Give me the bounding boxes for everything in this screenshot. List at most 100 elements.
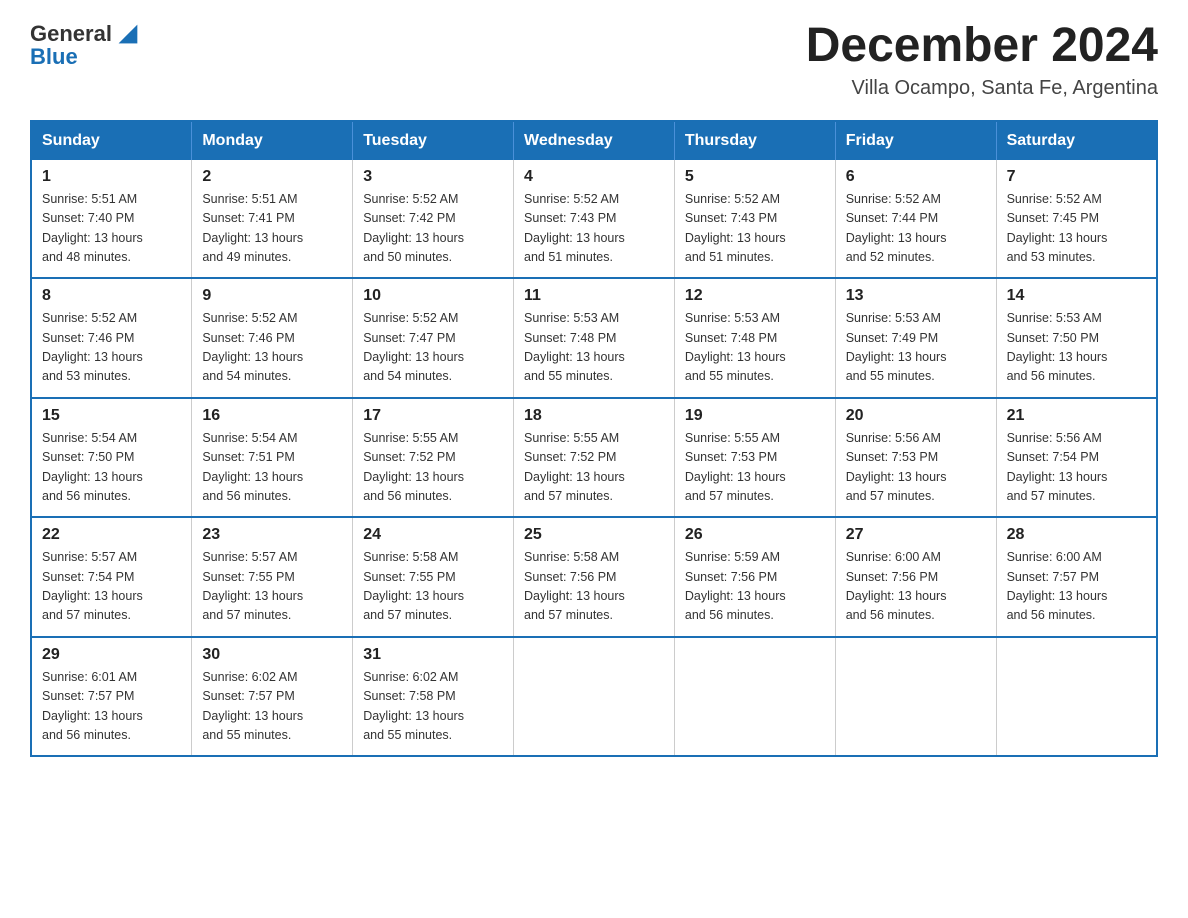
- calendar-cell: 18 Sunrise: 5:55 AMSunset: 7:52 PMDayligh…: [514, 398, 675, 518]
- day-detail: Sunrise: 5:52 AMSunset: 7:43 PMDaylight:…: [524, 190, 664, 268]
- day-detail: Sunrise: 5:58 AMSunset: 7:56 PMDaylight:…: [524, 548, 664, 626]
- calendar-cell: 16 Sunrise: 5:54 AMSunset: 7:51 PMDayligh…: [192, 398, 353, 518]
- day-detail: Sunrise: 5:58 AMSunset: 7:55 PMDaylight:…: [363, 548, 503, 626]
- calendar-week-row: 8Sunrise: 5:52 AMSunset: 7:46 PMDaylight…: [31, 278, 1157, 398]
- day-number: 24: [363, 526, 503, 544]
- calendar-cell: 27 Sunrise: 6:00 AMSunset: 7:56 PMDayligh…: [835, 517, 996, 637]
- calendar-cell: 10 Sunrise: 5:52 AMSunset: 7:47 PMDayligh…: [353, 278, 514, 398]
- day-detail: Sunrise: 5:57 AMSunset: 7:55 PMDaylight:…: [202, 548, 342, 626]
- day-detail: Sunrise: 5:52 AMSunset: 7:45 PMDaylight:…: [1007, 190, 1146, 268]
- day-detail: Sunrise: 5:59 AMSunset: 7:56 PMDaylight:…: [685, 548, 825, 626]
- day-detail: Sunrise: 5:54 AMSunset: 7:51 PMDaylight:…: [202, 429, 342, 507]
- calendar-cell: [674, 637, 835, 757]
- calendar-cell: 15 Sunrise: 5:54 AMSunset: 7:50 PMDayligh…: [31, 398, 192, 518]
- calendar-cell: [996, 637, 1157, 757]
- day-number: 7: [1007, 168, 1146, 186]
- calendar-week-row: 22 Sunrise: 5:57 AMSunset: 7:54 PMDayligh…: [31, 517, 1157, 637]
- calendar-cell: 28 Sunrise: 6:00 AMSunset: 7:57 PMDayligh…: [996, 517, 1157, 637]
- day-detail: Sunrise: 5:52 AMSunset: 7:47 PMDaylight:…: [363, 309, 503, 387]
- day-detail: Sunrise: 5:52 AMSunset: 7:46 PMDaylight:…: [42, 309, 181, 387]
- calendar-cell: 21 Sunrise: 5:56 AMSunset: 7:54 PMDayligh…: [996, 398, 1157, 518]
- calendar-cell: 17 Sunrise: 5:55 AMSunset: 7:52 PMDayligh…: [353, 398, 514, 518]
- day-number: 15: [42, 407, 181, 425]
- weekday-header-saturday: Saturday: [996, 121, 1157, 160]
- calendar-cell: 26 Sunrise: 5:59 AMSunset: 7:56 PMDayligh…: [674, 517, 835, 637]
- calendar-cell: 20Sunrise: 5:56 AMSunset: 7:53 PMDayligh…: [835, 398, 996, 518]
- day-detail: Sunrise: 5:55 AMSunset: 7:53 PMDaylight:…: [685, 429, 825, 507]
- calendar-cell: 23 Sunrise: 5:57 AMSunset: 7:55 PMDayligh…: [192, 517, 353, 637]
- day-number: 25: [524, 526, 664, 544]
- day-number: 18: [524, 407, 664, 425]
- day-number: 9: [202, 287, 342, 305]
- calendar-cell: 30 Sunrise: 6:02 AMSunset: 7:57 PMDayligh…: [192, 637, 353, 757]
- day-detail: Sunrise: 5:52 AMSunset: 7:46 PMDaylight:…: [202, 309, 342, 387]
- day-number: 10: [363, 287, 503, 305]
- day-number: 29: [42, 646, 181, 664]
- day-detail: Sunrise: 5:55 AMSunset: 7:52 PMDaylight:…: [363, 429, 503, 507]
- day-number: 19: [685, 407, 825, 425]
- calendar-cell: 3Sunrise: 5:52 AMSunset: 7:42 PMDaylight…: [353, 160, 514, 279]
- day-detail: Sunrise: 5:53 AMSunset: 7:48 PMDaylight:…: [524, 309, 664, 387]
- day-number: 2: [202, 168, 342, 186]
- day-detail: Sunrise: 5:56 AMSunset: 7:54 PMDaylight:…: [1007, 429, 1146, 507]
- month-title: December 2024: [806, 20, 1158, 73]
- day-number: 28: [1007, 526, 1146, 544]
- calendar-cell: 1 Sunrise: 5:51 AMSunset: 7:40 PMDaylight…: [31, 160, 192, 279]
- day-detail: Sunrise: 5:54 AMSunset: 7:50 PMDaylight:…: [42, 429, 181, 507]
- weekday-header-sunday: Sunday: [31, 121, 192, 160]
- day-detail: Sunrise: 5:52 AMSunset: 7:43 PMDaylight:…: [685, 190, 825, 268]
- day-number: 12: [685, 287, 825, 305]
- day-number: 22: [42, 526, 181, 544]
- calendar-cell: [514, 637, 675, 757]
- day-detail: Sunrise: 5:55 AMSunset: 7:52 PMDaylight:…: [524, 429, 664, 507]
- calendar-cell: 2 Sunrise: 5:51 AMSunset: 7:41 PMDaylight…: [192, 160, 353, 279]
- day-detail: Sunrise: 5:51 AMSunset: 7:41 PMDaylight:…: [202, 190, 342, 268]
- day-detail: Sunrise: 5:52 AMSunset: 7:44 PMDaylight:…: [846, 190, 986, 268]
- day-number: 21: [1007, 407, 1146, 425]
- day-detail: Sunrise: 5:56 AMSunset: 7:53 PMDaylight:…: [846, 429, 986, 507]
- day-number: 1: [42, 168, 181, 186]
- weekday-header-thursday: Thursday: [674, 121, 835, 160]
- calendar-cell: 19 Sunrise: 5:55 AMSunset: 7:53 PMDayligh…: [674, 398, 835, 518]
- calendar-week-row: 15 Sunrise: 5:54 AMSunset: 7:50 PMDayligh…: [31, 398, 1157, 518]
- calendar-cell: 24 Sunrise: 5:58 AMSunset: 7:55 PMDayligh…: [353, 517, 514, 637]
- calendar-cell: 4 Sunrise: 5:52 AMSunset: 7:43 PMDaylight…: [514, 160, 675, 279]
- calendar-table: SundayMondayTuesdayWednesdayThursdayFrid…: [30, 120, 1158, 758]
- day-detail: Sunrise: 6:01 AMSunset: 7:57 PMDaylight:…: [42, 668, 181, 746]
- calendar-cell: 13Sunrise: 5:53 AMSunset: 7:49 PMDayligh…: [835, 278, 996, 398]
- day-number: 30: [202, 646, 342, 664]
- calendar-cell: 6 Sunrise: 5:52 AMSunset: 7:44 PMDaylight…: [835, 160, 996, 279]
- day-number: 23: [202, 526, 342, 544]
- day-detail: Sunrise: 6:00 AMSunset: 7:57 PMDaylight:…: [1007, 548, 1146, 626]
- calendar-cell: 25 Sunrise: 5:58 AMSunset: 7:56 PMDayligh…: [514, 517, 675, 637]
- page-header: General Blue December 2024 Villa Ocampo,…: [30, 20, 1158, 100]
- day-detail: Sunrise: 6:02 AMSunset: 7:57 PMDaylight:…: [202, 668, 342, 746]
- location-subtitle: Villa Ocampo, Santa Fe, Argentina: [806, 77, 1158, 100]
- calendar-cell: 11Sunrise: 5:53 AMSunset: 7:48 PMDayligh…: [514, 278, 675, 398]
- day-detail: Sunrise: 5:53 AMSunset: 7:49 PMDaylight:…: [846, 309, 986, 387]
- day-number: 17: [363, 407, 503, 425]
- day-detail: Sunrise: 5:53 AMSunset: 7:48 PMDaylight:…: [685, 309, 825, 387]
- calendar-cell: 8Sunrise: 5:52 AMSunset: 7:46 PMDaylight…: [31, 278, 192, 398]
- day-detail: Sunrise: 5:57 AMSunset: 7:54 PMDaylight:…: [42, 548, 181, 626]
- day-detail: Sunrise: 6:02 AMSunset: 7:58 PMDaylight:…: [363, 668, 503, 746]
- weekday-header-friday: Friday: [835, 121, 996, 160]
- day-number: 6: [846, 168, 986, 186]
- day-number: 27: [846, 526, 986, 544]
- weekday-header-wednesday: Wednesday: [514, 121, 675, 160]
- day-number: 26: [685, 526, 825, 544]
- logo: General Blue: [30, 20, 142, 70]
- day-number: 5: [685, 168, 825, 186]
- day-number: 4: [524, 168, 664, 186]
- logo-blue-text: Blue: [30, 44, 78, 70]
- day-detail: Sunrise: 6:00 AMSunset: 7:56 PMDaylight:…: [846, 548, 986, 626]
- day-number: 31: [363, 646, 503, 664]
- day-detail: Sunrise: 5:53 AMSunset: 7:50 PMDaylight:…: [1007, 309, 1146, 387]
- day-detail: Sunrise: 5:51 AMSunset: 7:40 PMDaylight:…: [42, 190, 181, 268]
- calendar-cell: 7 Sunrise: 5:52 AMSunset: 7:45 PMDaylight…: [996, 160, 1157, 279]
- day-detail: Sunrise: 5:52 AMSunset: 7:42 PMDaylight:…: [363, 190, 503, 268]
- day-number: 16: [202, 407, 342, 425]
- calendar-cell: 31 Sunrise: 6:02 AMSunset: 7:58 PMDayligh…: [353, 637, 514, 757]
- weekday-header-monday: Monday: [192, 121, 353, 160]
- calendar-cell: 9 Sunrise: 5:52 AMSunset: 7:46 PMDaylight…: [192, 278, 353, 398]
